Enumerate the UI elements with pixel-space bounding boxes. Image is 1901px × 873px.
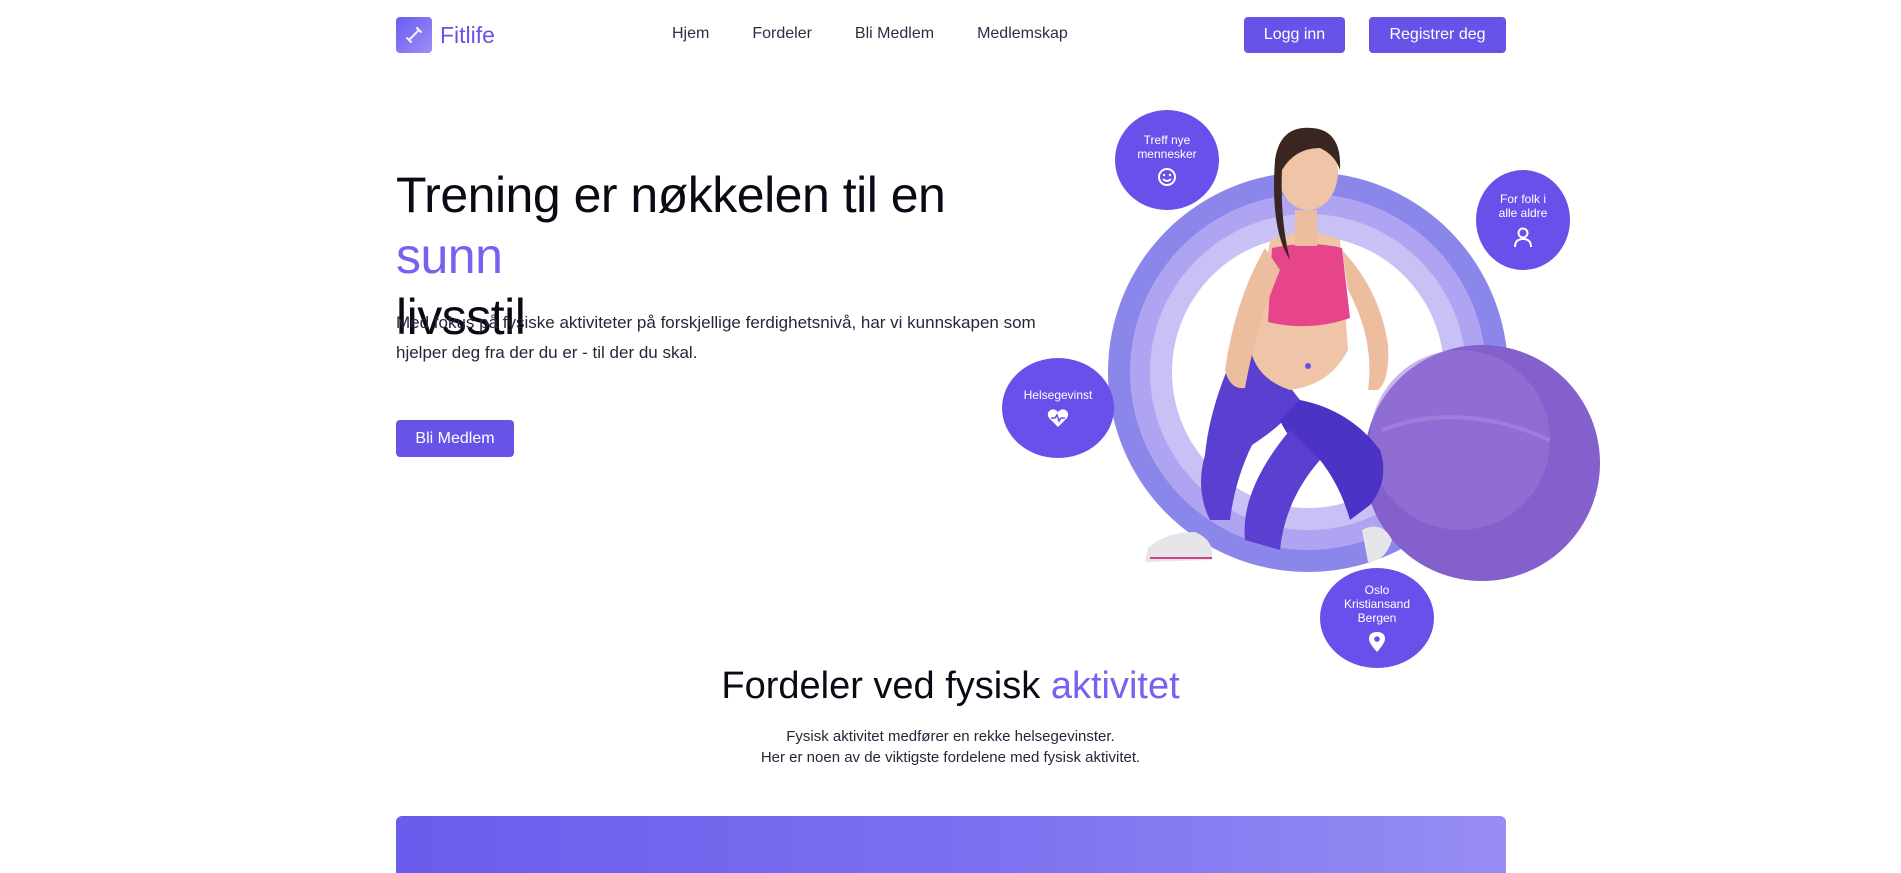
bubble-meet-line2: mennesker	[1137, 147, 1197, 161]
benefits-subtitle: Fysisk aktivitet medfører en rekke helse…	[0, 726, 1901, 768]
top-navigation: Fitlife Hjem Fordeler Bli Medlem Medlems…	[0, 0, 1901, 70]
benefits-title: Fordeler ved fysisk aktivitet	[0, 665, 1901, 708]
dumbbell-icon	[396, 17, 432, 53]
bubble-ages-line2: alle aldre	[1498, 206, 1548, 220]
benefits-banner	[396, 816, 1506, 873]
nav-link-fordeler[interactable]: Fordeler	[752, 25, 812, 43]
bubble-locations-line3: Bergen	[1357, 611, 1397, 625]
benefits-subtitle-line2: Her er noen av de viktigste fordelene me…	[760, 749, 1141, 766]
heart-pulse-icon	[1047, 409, 1069, 427]
benefits-title-accent: aktivitet	[1050, 665, 1180, 707]
hero-description: Med fokus på fysiske aktiviteter på fors…	[396, 313, 1036, 362]
join-button[interactable]: Bli Medlem	[396, 420, 514, 457]
bubble-ages-line1: For folk i	[1499, 192, 1546, 206]
bubble-locations: Oslo Kristiansand Bergen	[1320, 568, 1434, 668]
nav-link-hjem[interactable]: Hjem	[672, 25, 709, 43]
benefits-title-part1: Fordeler ved fysisk	[721, 665, 1051, 707]
bubble-all-ages: For folk i alle aldre	[1476, 170, 1570, 270]
nav-links: Hjem Fordeler Bli Medlem Medlemskap	[672, 25, 1068, 43]
hero-title-accent: sunn	[396, 228, 503, 284]
bubble-meet-line1: Treff nye	[1143, 133, 1191, 147]
nav-link-medlemskap[interactable]: Medlemskap	[977, 25, 1068, 43]
bubble-meet-people: Treff nye mennesker	[1115, 110, 1219, 210]
bubble-health: Helsegevinst	[1002, 358, 1114, 458]
hero-illustration: Treff nye mennesker For folk i alle aldr…	[990, 100, 1610, 680]
nav-link-bli-medlem[interactable]: Bli Medlem	[855, 25, 934, 43]
login-button[interactable]: Logg inn	[1244, 17, 1345, 53]
register-button[interactable]: Registrer deg	[1369, 17, 1506, 53]
brand-name: Fitlife	[440, 21, 495, 48]
bubble-health-line1: Helsegevinst	[1023, 388, 1093, 402]
benefits-subtitle-line1: Fysisk aktivitet medfører en rekke helse…	[786, 728, 1115, 745]
brand-logo[interactable]: Fitlife	[396, 17, 495, 53]
bubble-locations-line1: Oslo	[1364, 583, 1390, 597]
hero-title-part1: Trening er nøkkelen til en	[396, 167, 946, 223]
bubble-locations-line2: Kristiansand	[1343, 597, 1411, 611]
user-icon	[1514, 227, 1532, 248]
smile-icon	[1158, 168, 1176, 186]
location-pin-icon	[1369, 632, 1385, 652]
